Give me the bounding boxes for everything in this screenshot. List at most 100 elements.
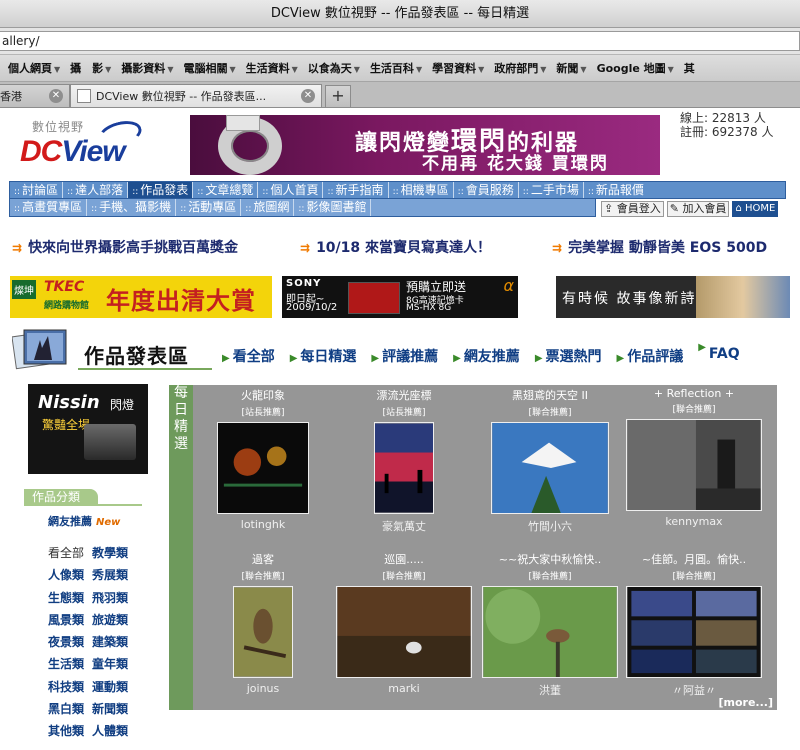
site-stats: 線上: 22813 人 註冊: 692378 人 — [680, 111, 774, 139]
close-icon[interactable]: ✕ — [49, 89, 63, 103]
bookmark-learning[interactable]: 學習資料 ▼ — [432, 60, 484, 76]
category-user-picks[interactable]: 網友推薦 New — [48, 513, 120, 529]
category-link[interactable]: 生活類 — [48, 655, 92, 677]
nissin-ad[interactable]: Nissin 閃燈 驚豔全場 — [28, 384, 148, 474]
nav-prices[interactable]: :: 新品報價 — [584, 182, 648, 198]
address-bar: allery/ — [0, 28, 800, 55]
category-link[interactable]: 科技類 — [48, 678, 92, 700]
category-link[interactable]: 秀展類 — [92, 566, 136, 588]
category-link[interactable]: 其他類 — [48, 722, 92, 744]
link-critique[interactable]: ▶ 作品評議 — [617, 346, 684, 366]
category-header: 作品分類 — [24, 489, 142, 507]
category-link[interactable]: 童年類 — [92, 655, 136, 677]
category-list: 看全部 教學類 人像類 秀展類 生態類 飛羽類 風景類 旅遊類 夜景類 建築類 生活類 童年… — [48, 544, 148, 745]
bookmark-food[interactable]: 以食為天 ▼ — [308, 60, 360, 76]
photo-thumbnail — [626, 586, 762, 678]
gallery-item[interactable]: 黑翅鳶的天空 II [聯合推薦] 竹間小六 — [478, 387, 622, 534]
category-link[interactable]: 人像類 — [48, 566, 92, 588]
category-link[interactable]: 風景類 — [48, 611, 92, 633]
nav-members[interactable]: :: 會員服務 — [454, 182, 519, 198]
nav-mobile[interactable]: :: 手機、攝影機 — [87, 199, 177, 216]
link-popular[interactable]: ▶ 票選熱門 — [535, 346, 602, 366]
bookmark-government[interactable]: 政府部門 ▼ — [494, 60, 546, 76]
gallery-label: 每日精選 — [174, 385, 188, 452]
gallery-item[interactable]: ~~祝大家中秋愉快.. [聯合推薦] 洪董 — [478, 551, 622, 698]
site-logo[interactable]: 數位視野 DCView — [20, 116, 150, 178]
bookmark-news[interactable]: 新聞 ▼ — [556, 60, 586, 76]
flash-unit-icon — [84, 424, 136, 460]
more-link[interactable]: [more...] — [719, 696, 774, 709]
close-icon[interactable]: ✕ — [301, 89, 315, 103]
tab-hongkong[interactable]: 香港 ✕ — [0, 84, 70, 107]
tkec-ad[interactable]: 燦坤 TKEC 網路購物館 年度出清大賞 — [10, 276, 272, 318]
link-daily-picks[interactable]: ▶ 每日精選 — [290, 346, 357, 366]
category-link[interactable]: 運動類 — [92, 678, 136, 700]
family-photo — [696, 276, 790, 318]
photo-stack-icon — [12, 329, 67, 370]
promo-link[interactable]: ⇉ 完美掌握 動靜皆美 EOS 500D — [552, 237, 767, 257]
link-user-picks[interactable]: ▶ 網友推薦 — [453, 346, 520, 366]
top-banner-ad[interactable]: 讓閃燈變環閃的利器 不用再 花大錢 買環閃 — [190, 115, 660, 175]
category-link[interactable]: 夜景類 — [48, 633, 92, 655]
nav-events[interactable]: :: 活動專區 — [176, 199, 242, 216]
gallery-item[interactable]: 漂流光座標 [站長推薦] 豪氣萬丈 — [332, 387, 476, 534]
category-link[interactable]: 新聞類 — [92, 700, 136, 722]
photo-thumbnail — [482, 586, 618, 678]
url-field[interactable]: allery/ — [0, 31, 800, 51]
category-link[interactable]: 教學類 — [92, 544, 136, 566]
category-link[interactable]: 建築類 — [92, 633, 136, 655]
triangle-icon: ▶ — [222, 353, 230, 364]
new-tab-button[interactable]: + — [325, 85, 351, 107]
nav-guide[interactable]: :: 新手指南 — [323, 182, 389, 198]
bookmark-life-data[interactable]: 生活資料 ▼ — [246, 60, 298, 76]
nav-blogs[interactable]: :: 達人部落 — [63, 182, 129, 198]
category-link[interactable]: 黑白類 — [48, 700, 92, 722]
category-link[interactable]: 生態類 — [48, 589, 92, 611]
bookmark-photography[interactable]: 攝 影 ▼ — [70, 60, 111, 76]
category-link[interactable]: 飛羽類 — [92, 589, 136, 611]
bookmark-computer[interactable]: 電腦相關 ▼ — [183, 60, 235, 76]
gallery-item[interactable]: 火龍印象 [站長推薦] lotinghk — [191, 387, 335, 531]
nav-homepage[interactable]: :: 個人首頁 — [258, 182, 324, 198]
category-link[interactable]: 旅遊類 — [92, 611, 136, 633]
sony-ad[interactable]: SONY 即日起~ 2009/10/2 預購立即送 8G高速記憶卡 MS-HX … — [282, 276, 518, 318]
promo-link[interactable]: ⇉ 10/18 來當寶貝寫真達人！ — [300, 237, 552, 257]
arrow-icon: ⇉ — [300, 241, 311, 255]
new-badge: New — [96, 517, 121, 528]
photo-thumbnail — [336, 586, 472, 678]
window-title: DCView 數位視野 -- 作品發表區 -- 每日精選 — [0, 0, 800, 28]
gallery-item[interactable]: ~佳節。月圓。愉快.. [聯合推薦] 〃阿益〃 — [622, 551, 766, 698]
home-button[interactable]: ⌂ HOME — [732, 201, 779, 217]
bookmark-photo-data[interactable]: 攝影資料 ▼ — [121, 60, 173, 76]
gallery-item[interactable]: 過客 [聯合推薦] joinus — [191, 551, 335, 695]
promo-link[interactable]: ⇉ 快來向世界攝影高手挑戰百萬獎金 — [12, 237, 300, 257]
category-link[interactable]: 人體類 — [92, 722, 136, 744]
link-review-picks[interactable]: ▶ 評議推薦 — [371, 346, 438, 366]
login-button[interactable]: ⇪ 會員登入 — [601, 201, 664, 217]
gallery-item[interactable]: + Reflection + [聯合推薦] kennymax — [622, 387, 766, 528]
nav-articles[interactable]: :: 文章總覽 — [193, 182, 259, 198]
nav-forum[interactable]: :: 討論區 — [10, 182, 64, 198]
tab-dcview[interactable]: DCView 數位視野 -- 作品發表區... ✕ — [70, 84, 322, 107]
gallery-item[interactable]: 巡園..... [聯合推薦] marki — [332, 551, 476, 695]
join-button[interactable]: ✎ 加入會員 — [666, 201, 730, 217]
page-title: 作品發表區 — [84, 344, 189, 368]
section-header: 作品發表區 ▶ 看全部 ▶ 每日精選 ▶ 評議推薦 ▶ 網友推薦 ▶ 票選熱門 ▶ 作品評議… — [12, 326, 792, 374]
bookmark-personal[interactable]: 個人網頁 ▼ — [8, 60, 60, 76]
bookmark-life-wiki[interactable]: 生活百科 ▼ — [370, 60, 422, 76]
nav-library[interactable]: :: 影像圖書館 — [294, 199, 372, 216]
promo-links: ⇉ 快來向世界攝影高手挑戰百萬獎金 ⇉ 10/18 來當寶貝寫真達人！ ⇉ 完美掌握 … — [12, 232, 792, 262]
category-link[interactable]: 看全部 — [48, 544, 92, 566]
nav-cameras[interactable]: :: 相機專區 — [389, 182, 454, 198]
main-nav: :: 討論區 :: 達人部落 :: 作品發表 :: 文章總覽 :: 個人首頁 :: 新手指南… — [9, 181, 786, 217]
bookmark-other[interactable]: 其 — [684, 60, 695, 76]
nav-travel[interactable]: :: 旅圖網 — [241, 199, 295, 216]
nav-works[interactable]: :: 作品發表 — [128, 182, 194, 198]
link-faq[interactable]: ▶ FAQ — [698, 342, 739, 366]
nav-market[interactable]: :: 二手市場 — [519, 182, 584, 198]
link-view-all[interactable]: ▶ 看全部 — [222, 346, 275, 366]
family-photo-ad[interactable]: 有時候 故事像新詩 — [556, 276, 790, 318]
nav-hq[interactable]: :: 高畫質專區 — [10, 199, 88, 216]
page-content: 數位視野 DCView 讓閃燈變環閃的利器 不用再 花大錢 買環閃 線上: 22… — [0, 108, 800, 750]
bookmark-google-maps[interactable]: Google 地圖 ▼ — [597, 60, 674, 76]
